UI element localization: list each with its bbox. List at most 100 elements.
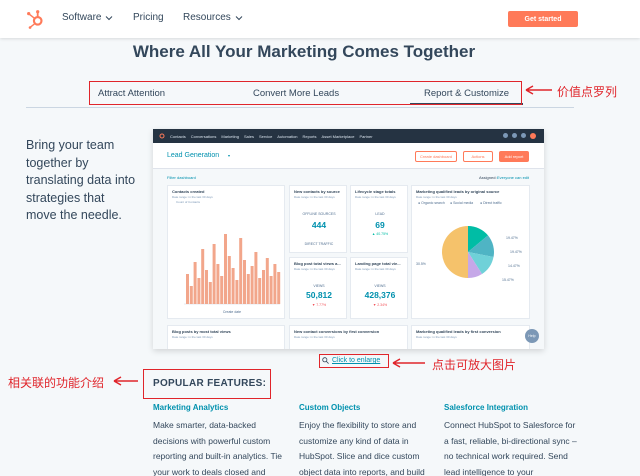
card-lifecycle-stage[interactable]: Lifecycle stage totals Date range: in th…: [350, 185, 408, 253]
feature-body-salesforce-integration: Connect HubSpot to Salesforce for a fast…: [444, 420, 577, 476]
add-report-button[interactable]: Add report: [499, 151, 529, 162]
menu-item: Conversations: [190, 133, 217, 139]
bell-icon: [512, 133, 517, 138]
card-new-contacts-by-source[interactable]: New contacts by source Date range: in th…: [289, 185, 347, 253]
help-button[interactable]: Help: [525, 329, 539, 343]
menu-item: Reports: [302, 133, 317, 139]
chart-bar: [231, 268, 235, 304]
chart-bar: [277, 272, 281, 304]
menu-icons: [503, 133, 536, 139]
pie-label: 14.47%: [508, 264, 520, 268]
metric-label: DIRECT TRAFFIC: [304, 242, 334, 246]
card-title: New contact conversions by first convers…: [294, 329, 380, 334]
card-title: Marketing qualified leads by original so…: [416, 189, 500, 194]
chart-bar: [212, 244, 216, 304]
card-mql-by-source[interactable]: Marketing qualified leads by original so…: [411, 185, 530, 319]
metric-value: 444: [311, 220, 327, 230]
nav-pricing-label: Pricing: [133, 12, 164, 23]
avatar: [530, 133, 536, 139]
card-subtitle: Date range: in the last 30 days: [172, 335, 213, 339]
pie-label: 30.5%: [416, 262, 426, 266]
menu-item: Asset Marketplace: [321, 133, 355, 139]
feature-heading-custom-objects[interactable]: Custom Objects: [299, 403, 360, 412]
assigned-value[interactable]: Everyone can edit: [497, 175, 529, 180]
metric-value: 50,812: [306, 290, 332, 300]
chart-bar: [186, 274, 189, 304]
create-dashboard-button[interactable]: Create dashboard: [415, 151, 457, 162]
chart-bar: [273, 264, 277, 304]
chart-bar: [254, 252, 258, 304]
annotation-enlarge-note: 点击可放大图片: [432, 358, 517, 372]
nav-software[interactable]: Software: [62, 12, 113, 23]
nav-pricing[interactable]: Pricing: [133, 12, 164, 23]
card-title: Landing page total vie...: [355, 261, 401, 266]
metric-value: 428,376: [364, 290, 396, 300]
chart-bar: [250, 266, 254, 304]
nav-resources[interactable]: Resources: [183, 12, 243, 23]
annotation-tabs-note: 价值点罗列: [557, 85, 618, 99]
card-new-conversions[interactable]: New contact conversions by first convers…: [289, 325, 408, 349]
filter-dashboard-link[interactable]: Filter dashboard: [167, 175, 196, 180]
nav-software-label: Software: [62, 12, 102, 23]
chart-x-label: Create date: [222, 310, 242, 314]
chart-bar: [262, 270, 265, 304]
chevron-down-icon: [106, 15, 113, 20]
pie-label: 15.47%: [502, 278, 514, 282]
annotation-box-tabs: [89, 81, 522, 105]
chart-bar: [246, 274, 250, 304]
chart-bar: [224, 234, 227, 304]
menu-item: Marketing: [221, 133, 239, 139]
nav-resources-label: Resources: [183, 12, 231, 23]
metric-label: LEAD: [375, 212, 385, 216]
menu-item: Partner: [359, 133, 373, 139]
chart-legend: Count of Contacts: [176, 200, 201, 204]
gear-icon: [521, 133, 526, 138]
feature-heading-marketing-analytics[interactable]: Marketing Analytics: [153, 403, 228, 412]
feature-heading-salesforce-integration[interactable]: Salesforce Integration: [444, 403, 528, 412]
annotation-arrow-icon: [113, 376, 138, 386]
magnifier-icon: [322, 357, 329, 364]
dashboard-screenshot[interactable]: Contacts Conversations Marketing Sales S…: [153, 129, 544, 349]
metric-change: ▲ 40.75%: [371, 232, 389, 236]
chevron-down-icon: ▾: [228, 153, 231, 158]
chart-bar: [189, 286, 193, 304]
chart-bar: [227, 256, 231, 304]
card-blog-views[interactable]: Blog post total views a... Date range: i…: [289, 257, 347, 319]
page-headline: Where All Your Marketing Comes Together: [132, 42, 476, 61]
chart-bar: [235, 280, 239, 304]
metric-value: 69: [375, 220, 385, 230]
card-subtitle: Date range: in the last 30 days: [172, 195, 213, 199]
chart-bar: [193, 262, 197, 304]
popular-features-title: POPULAR FEATURES:: [153, 378, 267, 389]
dashboard-menu-bar: Contacts Conversations Marketing Sales S…: [153, 129, 544, 143]
legend-item: ● Direct traffic: [480, 201, 502, 205]
card-title: Contacts created: [172, 189, 205, 194]
metric-label: VIEWS: [313, 284, 325, 288]
annotation-arrow-icon: [525, 85, 552, 95]
chart-bar: [239, 238, 243, 304]
chart-bar: [208, 282, 212, 304]
menu-item: Contacts: [170, 133, 186, 139]
card-subtitle: Date range: in the last 30 days: [355, 195, 396, 199]
feature-body-custom-objects: Enjoy the flexibility to store and custo…: [299, 420, 425, 476]
hubspot-logo-icon[interactable]: [26, 9, 44, 29]
card-mql-first-conversion[interactable]: Marketing qualified leads by first conve…: [411, 325, 530, 349]
click-to-enlarge-link[interactable]: Click to enlarge: [332, 357, 380, 364]
hubspot-mini-icon: [159, 133, 165, 139]
card-contacts-created[interactable]: Contacts created Date range: in the last…: [167, 185, 285, 319]
card-title: Blog posts by most total views: [172, 329, 231, 334]
metric-change: ▼ 2.34%: [372, 303, 388, 307]
click-to-enlarge[interactable]: Click to enlarge: [322, 357, 380, 364]
section-lead-copy: Bring your team together by translating …: [26, 138, 136, 223]
actions-button[interactable]: Actions: [463, 151, 493, 162]
card-subtitle: Date range: in the last 30 days: [294, 267, 335, 271]
chart-bar: [265, 258, 269, 304]
card-landing-views[interactable]: Landing page total vie... Date range: in…: [350, 257, 408, 319]
chart-bar: [205, 270, 208, 304]
menu-item: Automation: [277, 133, 298, 139]
chart-bar: [258, 278, 262, 304]
annotation-features-note: 相关联的功能介绍: [8, 376, 105, 390]
card-blog-most-views[interactable]: Blog posts by most total views Date rang…: [167, 325, 285, 349]
get-started-button[interactable]: Get started: [508, 11, 578, 27]
legend-item: ● Organic search: [418, 201, 445, 205]
